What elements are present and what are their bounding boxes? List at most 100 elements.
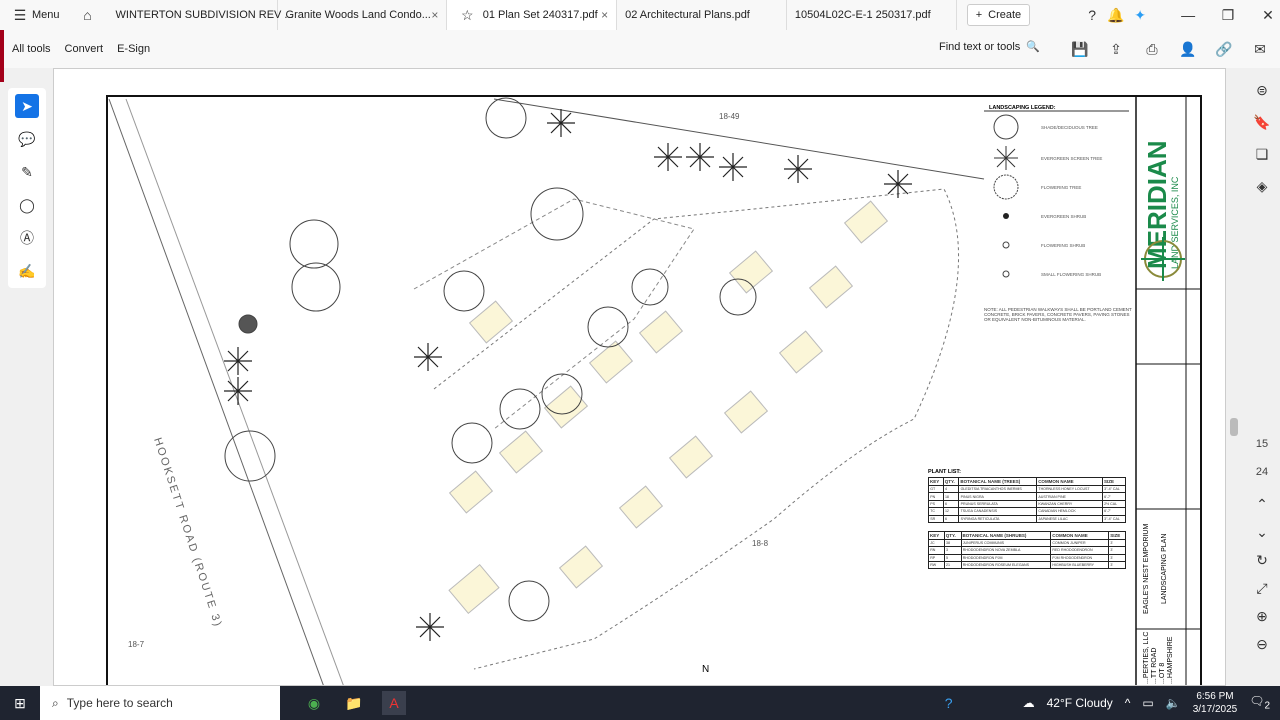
apps-icon[interactable]: ✦ xyxy=(1128,3,1152,27)
column-header: KEY xyxy=(928,530,945,540)
search-placeholder: Type here to search xyxy=(66,696,173,710)
link-icon[interactable]: 🔗 xyxy=(1212,37,1236,61)
owner-line: ...TT ROAD xyxy=(1151,648,1158,684)
tab-plan-set[interactable]: ☆ 01 Plan Set 240317.pdf × xyxy=(447,0,618,30)
sign-icon[interactable]: ✍ xyxy=(15,259,39,283)
create-button[interactable]: + Create xyxy=(966,4,1031,26)
tab-bar: ☰ Menu ⌂ WINTERTON SUBDIVISION REV ... Gr… xyxy=(0,0,1280,30)
pen-icon[interactable]: ✎ xyxy=(15,160,39,184)
table-cell: THORNLESS HONEY LOCUST xyxy=(1036,484,1103,494)
plant-table: KEY QTY. BOTANICAL NAME (TREES) COMMON NAME… xyxy=(928,477,1127,523)
table-cell: 6 xyxy=(942,514,960,523)
page-down-icon[interactable]: ⌄ xyxy=(1250,520,1274,544)
hamburger-icon: ☰ xyxy=(13,6,27,23)
convert-button[interactable]: Convert xyxy=(65,43,104,55)
esign-button[interactable]: E-Sign xyxy=(117,43,150,55)
legend-item: SHADE/DECIDUOUS TREE xyxy=(1041,125,1098,130)
tab-architectural-plans[interactable]: 02 Architectural Plans.pdf xyxy=(617,0,787,30)
close-tab-icon[interactable]: × xyxy=(601,8,608,22)
weather-text[interactable]: 42°F Cloudy xyxy=(1047,696,1113,710)
plant-list-title: PLANT LIST: xyxy=(928,469,961,475)
fit-page-icon[interactable]: ⤢ xyxy=(1250,576,1274,600)
clock[interactable]: 6:56 PM 3/17/2025 xyxy=(1193,690,1238,716)
close-window-icon[interactable]: ✕ xyxy=(1256,3,1280,27)
rotate-icon[interactable]: ↻ xyxy=(1250,548,1274,572)
bookmark-icon[interactable]: 🔖 xyxy=(1250,110,1274,134)
lasso-icon[interactable]: ◯ xyxy=(15,193,39,217)
accent-bar xyxy=(0,30,4,82)
table-cell: GLEDITSIA TRIACANTHOS INERMIS xyxy=(958,484,1038,494)
tab-10504[interactable]: 10504L02C-E-1 250317.pdf xyxy=(787,0,957,30)
table-cell: JUNIPERUS COMMUNIS xyxy=(960,538,1052,548)
tab-label: 02 Architectural Plans.pdf xyxy=(625,9,750,21)
table-cell: 6'-7' xyxy=(1101,507,1127,516)
table-row: RN 3 RHODODENDRON NOVA ZEMBLA RED RHODODEND… xyxy=(928,546,1126,555)
save-icon[interactable]: 💾 xyxy=(1068,37,1092,61)
sheet-border xyxy=(106,95,1202,685)
table-cell: RN xyxy=(928,546,945,555)
home-button[interactable]: ⌂ xyxy=(68,0,108,30)
notification-count: 2 xyxy=(1264,700,1270,712)
acrobat-icon[interactable]: A xyxy=(382,691,406,715)
table-cell: PN xyxy=(928,492,944,501)
zoom-out-icon[interactable]: ⊖ xyxy=(1250,632,1274,656)
star-icon[interactable]: ☆ xyxy=(455,3,479,27)
scroll-thumb[interactable] xyxy=(1230,418,1238,436)
document-viewer[interactable]: 18-49 18-8 18-7 HOOKSETT ROAD (ROUTE 3) … xyxy=(53,68,1226,686)
all-tools-button[interactable]: All tools xyxy=(12,43,51,55)
volume-icon[interactable]: 🔈 xyxy=(1166,696,1181,710)
owner-line: ...HAMPSHIRE xyxy=(1167,636,1174,684)
site-plan-drawing: 18-49 18-8 18-7 HOOKSETT ROAD (ROUTE 3) … xyxy=(106,95,1202,685)
restore-icon[interactable]: ❐ xyxy=(1216,3,1240,27)
home-icon: ⌂ xyxy=(83,7,92,23)
select-cursor-icon[interactable]: ➤ xyxy=(15,94,39,118)
find-tools[interactable]: Find text or tools 🔍 xyxy=(939,40,1040,54)
table-cell: 2½ CAL xyxy=(1101,499,1127,509)
create-label: Create xyxy=(988,9,1022,21)
project-name: EAGLE'S NEST EMPORIUM xyxy=(1143,524,1150,614)
zoom-in-icon[interactable]: ⊕ xyxy=(1250,604,1274,628)
table-row: GT 4 GLEDITSIA TRIACANTHOS INERMIS THORNLES… xyxy=(928,484,1127,494)
print-icon[interactable]: ⎙ xyxy=(1140,37,1164,61)
table-cell: RP xyxy=(928,553,945,563)
tab-winterton[interactable]: WINTERTON SUBDIVISION REV ... xyxy=(108,0,294,30)
sheet-title: LANDSCAPING PLAN xyxy=(1161,534,1168,604)
tab-granite-woods[interactable]: Granite Woods Land Condo... × xyxy=(278,0,448,30)
menu-button[interactable]: ☰ Menu xyxy=(0,0,68,30)
legend-item: SMALL FLOWERING SHRUB xyxy=(1041,272,1101,277)
legend-item: EVERGREEN SCREEN TREE xyxy=(1041,156,1102,161)
table-cell: 6 xyxy=(942,499,960,509)
notifications-icon[interactable]: 🗨2 xyxy=(1249,694,1270,711)
table-cell: 21 xyxy=(943,560,962,570)
table-cell: RED RHODODENDRON xyxy=(1050,546,1110,555)
email-icon[interactable]: ✉ xyxy=(1248,37,1272,61)
vertical-scrollbar[interactable] xyxy=(1227,68,1241,686)
taskbar-search[interactable]: ⌕ Type here to search xyxy=(40,686,280,720)
pavement-note: NOTE: ALL PEDESTRIAN WALKWAYS SHALL BE P… xyxy=(984,307,1132,322)
network-icon[interactable]: ▭ xyxy=(1142,696,1153,710)
share-user-icon[interactable]: 👤 xyxy=(1176,37,1200,61)
right-rail: ⊜ 🔖 ❏ ◈ 15 24 ⌃ ⌄ ↻ ⤢ ⊕ ⊖ xyxy=(1244,68,1280,686)
bell-icon[interactable]: 🔔 xyxy=(1104,3,1128,27)
table-cell: RW xyxy=(928,560,945,570)
help-icon[interactable]: ? xyxy=(1080,3,1104,27)
column-header: SIZE xyxy=(1101,477,1127,486)
layers-icon[interactable]: ◈ xyxy=(1250,174,1274,198)
windows-start-icon[interactable]: ⊞ xyxy=(0,691,40,715)
help-app-icon[interactable]: ? xyxy=(937,691,961,715)
page-up-icon[interactable]: ⌃ xyxy=(1250,492,1274,516)
column-header: COMMON NAME xyxy=(1036,477,1103,486)
current-page[interactable]: 15 xyxy=(1256,438,1268,450)
file-explorer-icon[interactable]: 📁 xyxy=(342,691,366,715)
pages-icon[interactable]: ❏ xyxy=(1250,142,1274,166)
minimize-icon[interactable]: — xyxy=(1176,3,1200,27)
close-tab-icon[interactable]: × xyxy=(431,8,438,22)
upload-cloud-icon[interactable]: ⇪ xyxy=(1104,37,1128,61)
table-cell: SR xyxy=(928,514,944,523)
table-cell: 3' xyxy=(1108,560,1126,570)
chrome-icon[interactable]: ◉ xyxy=(302,691,326,715)
comment-panel-icon[interactable]: ⊜ xyxy=(1250,78,1274,102)
show-hidden-icons[interactable]: ^ xyxy=(1125,696,1131,710)
comment-icon[interactable]: 💬 xyxy=(15,127,39,151)
text-box-icon[interactable]: Ⓐ xyxy=(15,226,39,250)
